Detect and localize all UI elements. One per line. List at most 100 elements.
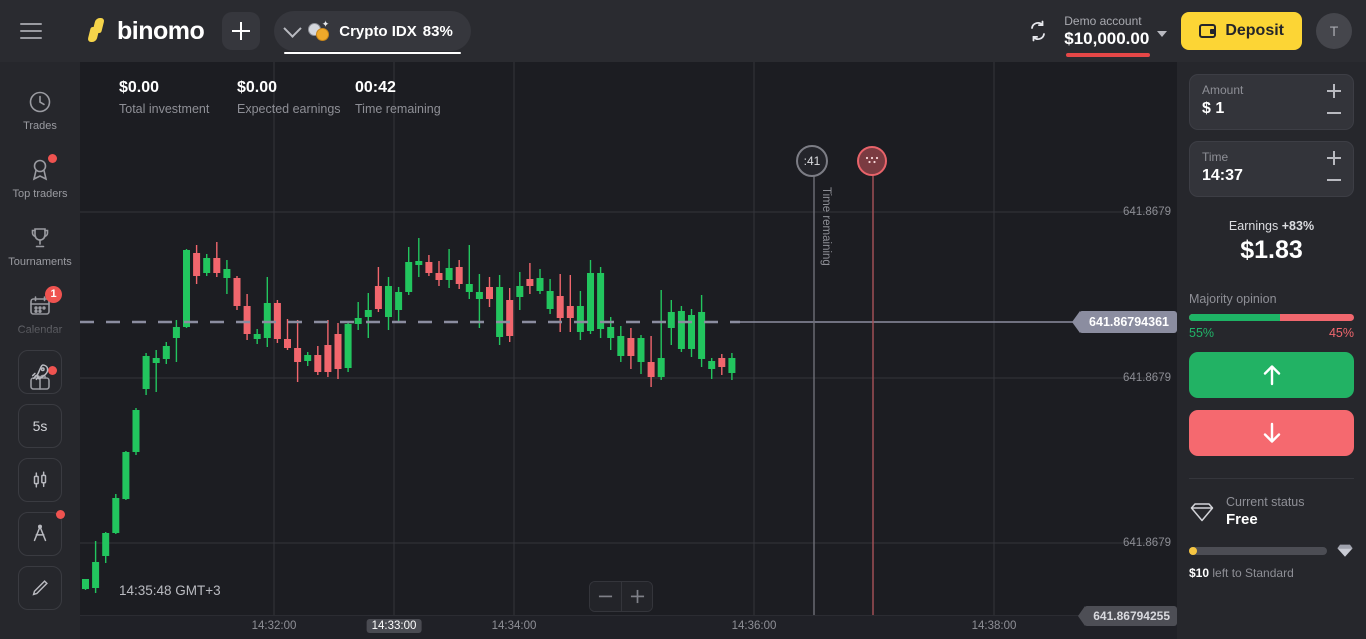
crypto-coins-icon: ✦ [308, 20, 330, 41]
add-asset-button[interactable] [222, 12, 261, 50]
stat-expected-earnings: $0.00 Expected earnings [237, 78, 355, 118]
chart-type-tool-button[interactable] [18, 458, 62, 502]
chart-area[interactable]: $0.00 Total investment $0.00 Expected ea… [80, 62, 1177, 639]
app-header: binomo ✦ Crypto IDX 83% Demo account $10… [0, 0, 1366, 62]
put-down-button[interactable] [1189, 410, 1354, 456]
stat-total-investment: $0.00 Total investment [119, 78, 237, 118]
time-tick-label: 14:34:00 [491, 620, 537, 632]
chart-timestamp: 14:35:48 GMT+3 [119, 583, 221, 598]
arrow-down-icon [1263, 422, 1280, 443]
zoom-in-button[interactable] [621, 582, 652, 611]
majority-percentages: 55% 45% [1189, 326, 1354, 340]
avatar[interactable]: T [1316, 13, 1352, 49]
amount-decrease-button[interactable] [1324, 103, 1344, 123]
stat-label: Expected earnings [237, 102, 341, 116]
call-up-button[interactable] [1189, 352, 1354, 398]
zoom-out-button[interactable] [590, 582, 621, 611]
time-remaining-vertical-label: Time remaining [820, 187, 832, 266]
candlestick-series [82, 238, 736, 593]
sidebar-item-label: Top traders [12, 187, 68, 200]
asset-active-underline [284, 52, 461, 54]
stat-value: $0.00 [119, 79, 160, 96]
majority-down-percent: 45% [1328, 326, 1354, 340]
status-value: Free [1226, 510, 1258, 528]
deal-marker-icon[interactable] [857, 146, 887, 176]
minus-icon [598, 595, 613, 598]
majority-up-segment [1189, 314, 1280, 321]
status-progress-note: $10 left to Standard [1189, 566, 1354, 580]
axis-price-label: 641.8679 [1123, 372, 1171, 384]
stat-time-remaining: 00:42 Time remaining [355, 78, 473, 118]
asset-selector[interactable]: ✦ Crypto IDX 83% [274, 11, 471, 54]
time-decrease-button[interactable] [1324, 170, 1344, 190]
sidebar-item-tournaments[interactable]: Tournaments [0, 212, 80, 280]
countdown-bubble: :41 [796, 145, 828, 177]
calendar-icon: 1 [27, 285, 62, 319]
brand-logo: binomo [87, 16, 205, 46]
asset-payout: 83% [422, 22, 453, 40]
hamburger-icon[interactable] [0, 0, 62, 62]
indicators-tool-button[interactable] [18, 510, 65, 556]
deal-price-badge: 641.86794255 [1078, 606, 1177, 626]
sidebar-item-calendar[interactable]: 1 Calendar [0, 280, 80, 348]
earnings-block: Earnings +83% $1.83 [1189, 219, 1354, 265]
time-tick-label: 14:33:00 [366, 619, 422, 633]
earnings-label: Earnings [1228, 219, 1279, 233]
rocket-tool-button[interactable] [18, 350, 62, 394]
time-tick-label: 14:36:00 [731, 620, 777, 632]
deposit-button-label: Deposit [1225, 22, 1284, 39]
draw-tool-button[interactable] [18, 566, 62, 610]
asset-name: Crypto IDX [339, 22, 417, 40]
panel-divider [1189, 478, 1354, 479]
amount-increase-button[interactable] [1324, 81, 1344, 101]
earnings-amount: $1.83 [1240, 236, 1303, 264]
price-lines [80, 161, 1170, 615]
diamond-icon [1190, 503, 1214, 522]
progress-note-text: left to Standard [1209, 566, 1294, 581]
sidebar-item-top-traders[interactable]: Top traders [0, 144, 80, 212]
status-texts: Current status Free [1226, 495, 1305, 529]
time-increase-button[interactable] [1324, 148, 1344, 168]
trading-panel: Amount $ 1 Time 14:37 Earnings +83% $1.8… [1177, 62, 1366, 639]
stat-value: $0.00 [237, 79, 278, 96]
majority-opinion-bar [1189, 314, 1354, 321]
sidebar-item-trades[interactable]: Trades [0, 76, 80, 144]
time-axis[interactable]: 14:32:00 14:33:00 14:34:00 14:36:00 14:38:00 [80, 615, 1177, 639]
demo-account-underline [1066, 52, 1151, 57]
sidebar-item-label: Trades [23, 119, 57, 132]
notification-dot [56, 510, 65, 519]
binomo-logo-mark [87, 18, 110, 44]
timeframe-tool-button[interactable]: 5s [18, 404, 62, 448]
account-balance-amount: $10,000.00 [1064, 28, 1150, 48]
stat-value: 00:42 [355, 79, 396, 96]
sidebar-item-label: Tournaments [8, 255, 72, 268]
time-field[interactable]: Time 14:37 [1189, 141, 1354, 197]
progress-amount: $10 [1189, 566, 1210, 581]
stat-label: Total investment [119, 102, 210, 116]
refresh-icon[interactable] [1018, 11, 1058, 51]
sidebar-item-label: Calendar [17, 323, 63, 336]
account-balance-selector[interactable]: Demo account $10,000.00 [1064, 13, 1168, 57]
amount-value: $ 1 [1202, 100, 1225, 117]
brand-name: binomo [117, 16, 205, 45]
current-status-row: Current status Free [1189, 495, 1354, 529]
status-progress-fill [1189, 546, 1197, 555]
stat-label: Time remaining [355, 102, 441, 116]
status-progress-track [1189, 546, 1327, 555]
deal-dots-icon [865, 156, 879, 164]
axis-price-label: 641.8679 [1123, 206, 1171, 218]
diamond-gem-icon [1337, 545, 1353, 558]
deposit-button[interactable]: Deposit [1181, 12, 1302, 50]
notification-dot [48, 153, 57, 163]
status-label: Current status [1226, 495, 1305, 509]
majority-opinion-label: Majority opinion [1189, 292, 1277, 306]
timeframe-label: 5s [32, 418, 48, 434]
arrow-up-icon [1263, 365, 1280, 386]
account-type-label: Demo account [1064, 13, 1142, 28]
left-sidebar: Trades Top traders Tournaments 1 Calenda… [0, 62, 80, 639]
chart-zoom-controls [589, 581, 653, 612]
amount-field[interactable]: Amount $ 1 [1189, 74, 1354, 130]
caret-down-icon [1157, 30, 1168, 37]
time-tick-label: 14:38:00 [971, 620, 1017, 632]
amount-label: Amount [1202, 83, 1244, 97]
